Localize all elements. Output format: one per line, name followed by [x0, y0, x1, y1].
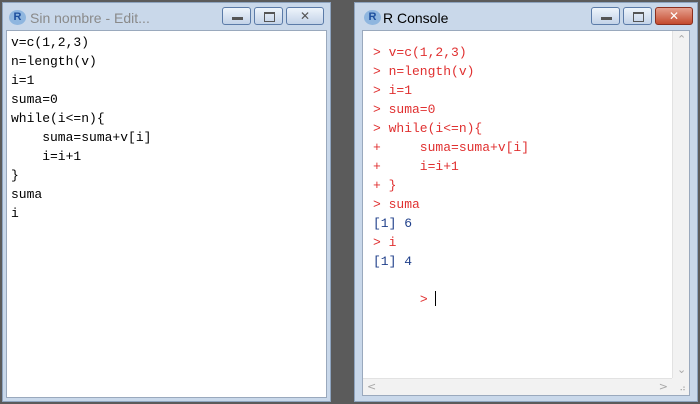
editor-code-line: } — [11, 168, 19, 183]
editor-code-line: n=length(v) — [11, 54, 97, 69]
console-input-line: > i — [373, 235, 397, 250]
r-console-window: R R Console ✕ > v=c(1,2,3) > n=length(v) >… — [354, 2, 698, 402]
console-input-line: + } — [373, 178, 397, 193]
console-close-button[interactable]: ✕ — [655, 7, 693, 25]
r-logo-icon: R — [364, 10, 381, 25]
minimize-icon — [232, 17, 243, 20]
editor-code-line: i — [11, 206, 19, 221]
console-prompt: > — [419, 292, 436, 307]
scroll-right-icon[interactable]: > — [659, 380, 668, 393]
console-transcript: > v=c(1,2,3) > n=length(v) > i=1 > suma=0 > … — [363, 31, 689, 271]
console-title: R Console — [383, 10, 449, 26]
editor-code-line: v=c(1,2,3) — [11, 35, 90, 50]
console-input-line: > while(i<=n){ — [373, 121, 483, 136]
console-input-line: + i=i+1 — [373, 159, 459, 174]
editor-code: v=c(1,2,3) n=length(v) i=1 suma=0 while(i<=n… — [7, 31, 326, 223]
editor-code-line: suma=0 — [11, 92, 58, 107]
editor-code-line: while(i<=n){ — [11, 111, 105, 126]
editor-minimize-button[interactable] — [222, 7, 251, 25]
editor-code-line: suma — [11, 187, 43, 202]
editor-maximize-button[interactable] — [254, 7, 283, 25]
scroll-left-icon[interactable]: < — [367, 380, 376, 393]
console-input-line: > n=length(v) — [373, 64, 475, 79]
scroll-down-icon[interactable]: ⌄ — [677, 363, 686, 376]
console-input-line: > suma=0 — [373, 102, 436, 117]
script-editor-window: R Sin nombre - Edit... ✕ v=c(1,2,3) n=len… — [2, 2, 331, 402]
editor-code-line: i=i+1 — [11, 149, 82, 164]
editor-title: Sin nombre - Edit... — [30, 10, 150, 26]
scroll-up-icon[interactable]: ⌃ — [677, 33, 686, 46]
console-input-line: + suma=suma+v[i] — [373, 140, 530, 155]
console-input-line: > v=c(1,2,3) — [373, 45, 467, 60]
text-cursor — [435, 291, 437, 306]
editor-code-line: i=1 — [11, 73, 35, 88]
maximize-icon — [264, 12, 275, 22]
editor-close-button[interactable]: ✕ — [286, 7, 324, 25]
horizontal-scrollbar[interactable]: < > — [363, 378, 672, 395]
editor-titlebar[interactable]: R Sin nombre - Edit... ✕ — [3, 3, 330, 33]
maximize-icon — [633, 12, 644, 22]
r-logo-icon: R — [9, 10, 26, 25]
console-output-area[interactable]: > v=c(1,2,3) > n=length(v) > i=1 > suma=0 > … — [362, 30, 690, 396]
console-output-line: [1] 6 — [373, 216, 413, 231]
console-input-line: > i=1 — [373, 83, 413, 98]
console-minimize-button[interactable] — [591, 7, 620, 25]
console-maximize-button[interactable] — [623, 7, 652, 25]
minimize-icon — [601, 17, 612, 20]
editor-code-line: suma=suma+v[i] — [11, 130, 152, 145]
vertical-scrollbar[interactable]: ⌃ ⌄ — [672, 31, 689, 378]
console-titlebar[interactable]: R R Console ✕ — [355, 3, 697, 33]
console-output-line: [1] 4 — [373, 254, 413, 269]
console-prompt-line[interactable]: > — [363, 271, 689, 328]
close-icon: ✕ — [299, 9, 311, 23]
editor-text-area[interactable]: v=c(1,2,3) n=length(v) i=1 suma=0 while(i<=n… — [6, 30, 327, 398]
console-input-line: > suma — [373, 197, 420, 212]
resize-grip-icon[interactable]: ⠴ — [672, 378, 689, 395]
close-icon: ✕ — [668, 9, 680, 23]
